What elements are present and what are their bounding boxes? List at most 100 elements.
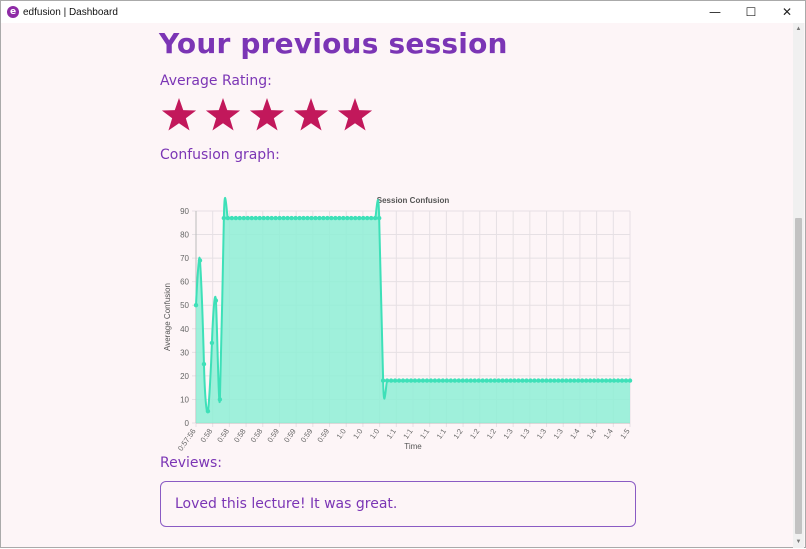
data-point xyxy=(241,215,246,221)
x-tick-label: 1:0 xyxy=(351,427,364,441)
y-tick-label: 80 xyxy=(180,231,189,240)
data-point xyxy=(464,378,469,383)
data-point xyxy=(349,215,354,221)
edfusion-logo-icon: e xyxy=(7,6,19,18)
star-icon xyxy=(205,98,241,131)
data-point xyxy=(205,409,211,414)
data-point xyxy=(261,215,266,221)
data-point xyxy=(528,378,533,383)
star-icon xyxy=(249,98,285,131)
data-point xyxy=(591,378,597,383)
average-rating-label: Average Rating: xyxy=(160,73,272,89)
page-title: Your previous session xyxy=(159,27,508,60)
data-point xyxy=(404,378,410,383)
confusion-graph-label: Confusion graph: xyxy=(160,147,280,163)
data-point xyxy=(536,378,541,383)
data-point xyxy=(380,378,386,383)
data-point xyxy=(289,215,294,221)
data-point xyxy=(512,378,517,383)
data-point xyxy=(372,215,378,221)
minimize-button[interactable]: — xyxy=(697,1,733,23)
data-point xyxy=(237,215,242,221)
data-point xyxy=(452,378,458,383)
data-point xyxy=(556,378,561,383)
scroll-up-arrow-icon[interactable]: ▲ xyxy=(793,23,804,35)
y-tick-label: 60 xyxy=(180,278,189,287)
data-point xyxy=(337,215,342,221)
data-point xyxy=(623,378,629,383)
data-point xyxy=(584,378,589,383)
data-point xyxy=(476,378,481,383)
data-point xyxy=(201,361,207,367)
data-point xyxy=(269,215,274,221)
scroll-down-arrow-icon[interactable]: ▼ xyxy=(793,536,804,548)
y-tick-label: 20 xyxy=(180,372,189,381)
app-window: e edfusion | Dashboard — ☐ ✕ Your previo… xyxy=(0,0,806,548)
data-point xyxy=(209,340,215,346)
data-point xyxy=(329,215,334,221)
x-tick-label: 0:58 xyxy=(232,427,248,444)
x-tick-label: 1:3 xyxy=(501,427,514,441)
x-tick-label: 0:58 xyxy=(249,427,265,444)
data-point xyxy=(325,215,330,221)
data-point xyxy=(480,378,485,383)
x-tick-label: 1:2 xyxy=(485,427,498,441)
x-tick-label: 1:5 xyxy=(618,427,631,441)
data-point xyxy=(424,378,430,383)
data-point xyxy=(365,215,370,221)
data-point xyxy=(611,378,617,383)
confusion-chart: Session Confusion 0 10 20 30 40 50 60 70 80 90 0:57… xyxy=(163,196,633,453)
x-tick-label: 1:3 xyxy=(518,427,531,441)
x-tick-label: 0:59 xyxy=(315,427,331,444)
data-point xyxy=(516,378,521,383)
x-tick-label: 0:59 xyxy=(282,427,298,444)
x-tick-label: 1:3 xyxy=(535,427,548,441)
data-point xyxy=(603,378,609,383)
data-point xyxy=(333,215,338,221)
data-point xyxy=(524,378,529,383)
data-point xyxy=(217,397,223,402)
vertical-scrollbar[interactable]: ▲ ▼ xyxy=(793,23,804,548)
data-point xyxy=(245,215,250,221)
data-point xyxy=(265,215,270,221)
data-point xyxy=(568,378,573,383)
data-point xyxy=(540,378,545,383)
y-tick-label: 50 xyxy=(180,301,189,310)
data-point xyxy=(345,215,350,221)
data-point xyxy=(520,378,525,383)
data-point xyxy=(615,378,621,383)
x-tick-label: 1:1 xyxy=(385,427,398,441)
x-tick-label: 1:4 xyxy=(568,427,581,441)
data-point xyxy=(496,378,501,383)
x-tick-label: 1:2 xyxy=(451,427,464,441)
data-point xyxy=(353,215,358,221)
data-point xyxy=(560,378,565,383)
data-point xyxy=(341,215,346,221)
review-card: Loved this lecture! It was great. xyxy=(160,481,636,527)
data-point xyxy=(225,215,231,221)
y-axis-label: Average Confusion xyxy=(163,283,172,351)
x-tick-label: 1:2 xyxy=(468,427,481,441)
x-tick-label: 0:57:56 xyxy=(176,427,198,453)
close-button[interactable]: ✕ xyxy=(769,1,805,23)
data-point xyxy=(552,378,557,383)
x-tick-label: 0:58 xyxy=(199,427,215,444)
x-tick-label: 0:59 xyxy=(265,427,281,444)
maximize-button[interactable]: ☐ xyxy=(733,1,769,23)
window-controls: — ☐ ✕ xyxy=(697,1,805,23)
x-axis-label: Time xyxy=(404,442,422,451)
data-point xyxy=(313,215,318,221)
x-tick-label: 1:0 xyxy=(368,427,381,441)
data-point xyxy=(305,215,310,221)
x-tick-label: 1:4 xyxy=(602,427,615,441)
x-tick-label: 0:59 xyxy=(299,427,315,444)
data-point xyxy=(197,258,203,263)
data-point xyxy=(548,378,553,383)
scrollbar-thumb[interactable] xyxy=(795,218,802,534)
y-tick-label: 40 xyxy=(180,325,189,334)
y-tick-label: 10 xyxy=(180,395,189,404)
data-point xyxy=(249,215,254,221)
data-point xyxy=(400,378,406,383)
title-bar: e edfusion | Dashboard — ☐ ✕ xyxy=(1,1,805,23)
data-point xyxy=(460,378,465,383)
